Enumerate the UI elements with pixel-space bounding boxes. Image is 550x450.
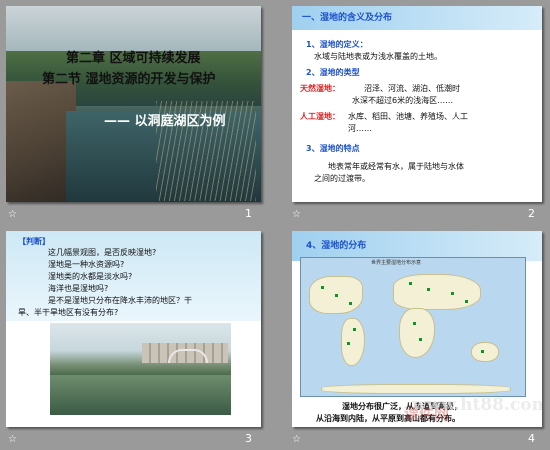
wetland-dot — [353, 328, 356, 331]
item2-heading: 2、湿地的类型 — [306, 68, 360, 77]
wetland-dot — [347, 342, 350, 345]
slide-number: 4 — [528, 432, 535, 445]
section-heading: 一、湿地的含义及分布 — [302, 13, 393, 23]
slide-3-canvas: 【判断】 这几幅景观图，是否反映湿地? 湿地是一种水资源吗? 湿地类的水都是淡水… — [6, 231, 261, 427]
wetland-dot — [465, 300, 468, 303]
slide-number: 2 — [528, 207, 535, 220]
distribution-heading: 4、湿地的分布 — [306, 241, 367, 251]
wetland-dot — [413, 322, 416, 325]
wetland-dot — [349, 302, 352, 305]
watermark-url: www.ht88.com — [412, 395, 542, 415]
river-water — [50, 375, 231, 415]
item3-text-1: 地表常年或经常有水，属于陆地与水体 — [328, 162, 464, 171]
wetland-dot — [427, 288, 430, 291]
slide-number: 1 — [245, 207, 252, 220]
item1-text: 水域与陆地表或为浅水覆盖的土地。 — [314, 52, 442, 61]
wetland-dot — [419, 338, 422, 341]
wetland-dot — [481, 350, 484, 353]
item3-text-2: 之间的过渡带。 — [314, 174, 370, 183]
slide-1-subtitle: —— 以洞庭湖区为例 — [104, 114, 226, 129]
slide-transition-star-icon[interactable]: ☆ — [8, 434, 17, 446]
slide-transition-star-icon[interactable]: ☆ — [292, 434, 301, 446]
slide-2-canvas: 一、湿地的含义及分布 1、湿地的定义： 水域与陆地表或为浅水覆盖的土地。 2、湿… — [292, 6, 542, 202]
artificial-wetland-label: 人工湿地： — [300, 112, 340, 121]
south-america — [341, 318, 365, 366]
slide-4-canvas: 4、湿地的分布 世界主要湿地分布示意 湿地分布很广泛，从赤道到两极， 从沿海到内… — [292, 231, 542, 427]
question-5: 是不是湿地只分布在降水丰沛的地区？干 — [48, 296, 192, 305]
slide-number: 3 — [245, 432, 252, 445]
map-title: 世界主要湿地分布示意 — [371, 260, 422, 266]
slide-transition-star-icon[interactable]: ☆ — [292, 209, 301, 221]
antarctica — [321, 384, 511, 394]
slide-thumbnail-4[interactable]: 4、湿地的分布 世界主要湿地分布示意 湿地分布很广泛，从赤道到两极， 从沿海到内… — [275, 225, 550, 450]
bridge-arch — [168, 349, 208, 363]
world-wetland-map: 世界主要湿地分布示意 — [300, 257, 526, 397]
river-photo — [50, 323, 231, 415]
eurasia — [393, 274, 481, 310]
question-4: 海洋也是湿地吗? — [48, 284, 109, 293]
australia — [471, 342, 499, 362]
artificial-wetland-text-2: 河…… — [348, 124, 372, 133]
natural-wetland-text-2: 水深不超过6米的浅海区…… — [352, 96, 454, 105]
wetland-dot — [451, 292, 454, 295]
artificial-wetland-text-1: 水库、稻田、池塘、养殖场、人工 — [348, 112, 468, 121]
question-3: 湿地类的水都是淡水吗? — [48, 272, 133, 281]
wetland-dot — [335, 294, 338, 297]
judge-label: 【判断】 — [18, 237, 50, 246]
slide-1-title-line1: 第二章 区域可持续发展 — [66, 51, 201, 66]
slide-1-title-line2: 第二节 湿地资源的开发与保护 — [42, 72, 216, 87]
wetland-dot — [321, 286, 324, 289]
question-5-cont: 旱、半干旱地区有没有分布? — [18, 308, 119, 317]
question-1: 这几幅景观图，是否反映湿地? — [48, 248, 157, 257]
slide-thumbnail-2[interactable]: 一、湿地的含义及分布 1、湿地的定义： 水域与陆地表或为浅水覆盖的土地。 2、湿… — [275, 0, 550, 225]
natural-wetland-label: 天然湿地： — [300, 84, 340, 93]
slide-thumbnail-1[interactable]: 第二章 区域可持续发展 第二节 湿地资源的开发与保护 —— 以洞庭湖区为例 ☆ … — [0, 0, 275, 225]
natural-wetland-text-1: 沼泽、河流、湖泊、低潮时 — [364, 84, 460, 93]
wetland-dot — [409, 282, 412, 285]
africa — [399, 308, 435, 358]
slide-transition-star-icon[interactable]: ☆ — [8, 209, 17, 221]
item3-heading: 3、湿地的特点 — [306, 144, 360, 153]
slide-1-canvas: 第二章 区域可持续发展 第二节 湿地资源的开发与保护 —— 以洞庭湖区为例 — [6, 6, 261, 202]
question-2: 湿地是一种水资源吗? — [48, 260, 125, 269]
item1-heading: 1、湿地的定义： — [306, 40, 368, 49]
slide-thumbnail-3[interactable]: 【判断】 这几幅景观图，是否反映湿地? 湿地是一种水资源吗? 湿地类的水都是淡水… — [0, 225, 275, 450]
